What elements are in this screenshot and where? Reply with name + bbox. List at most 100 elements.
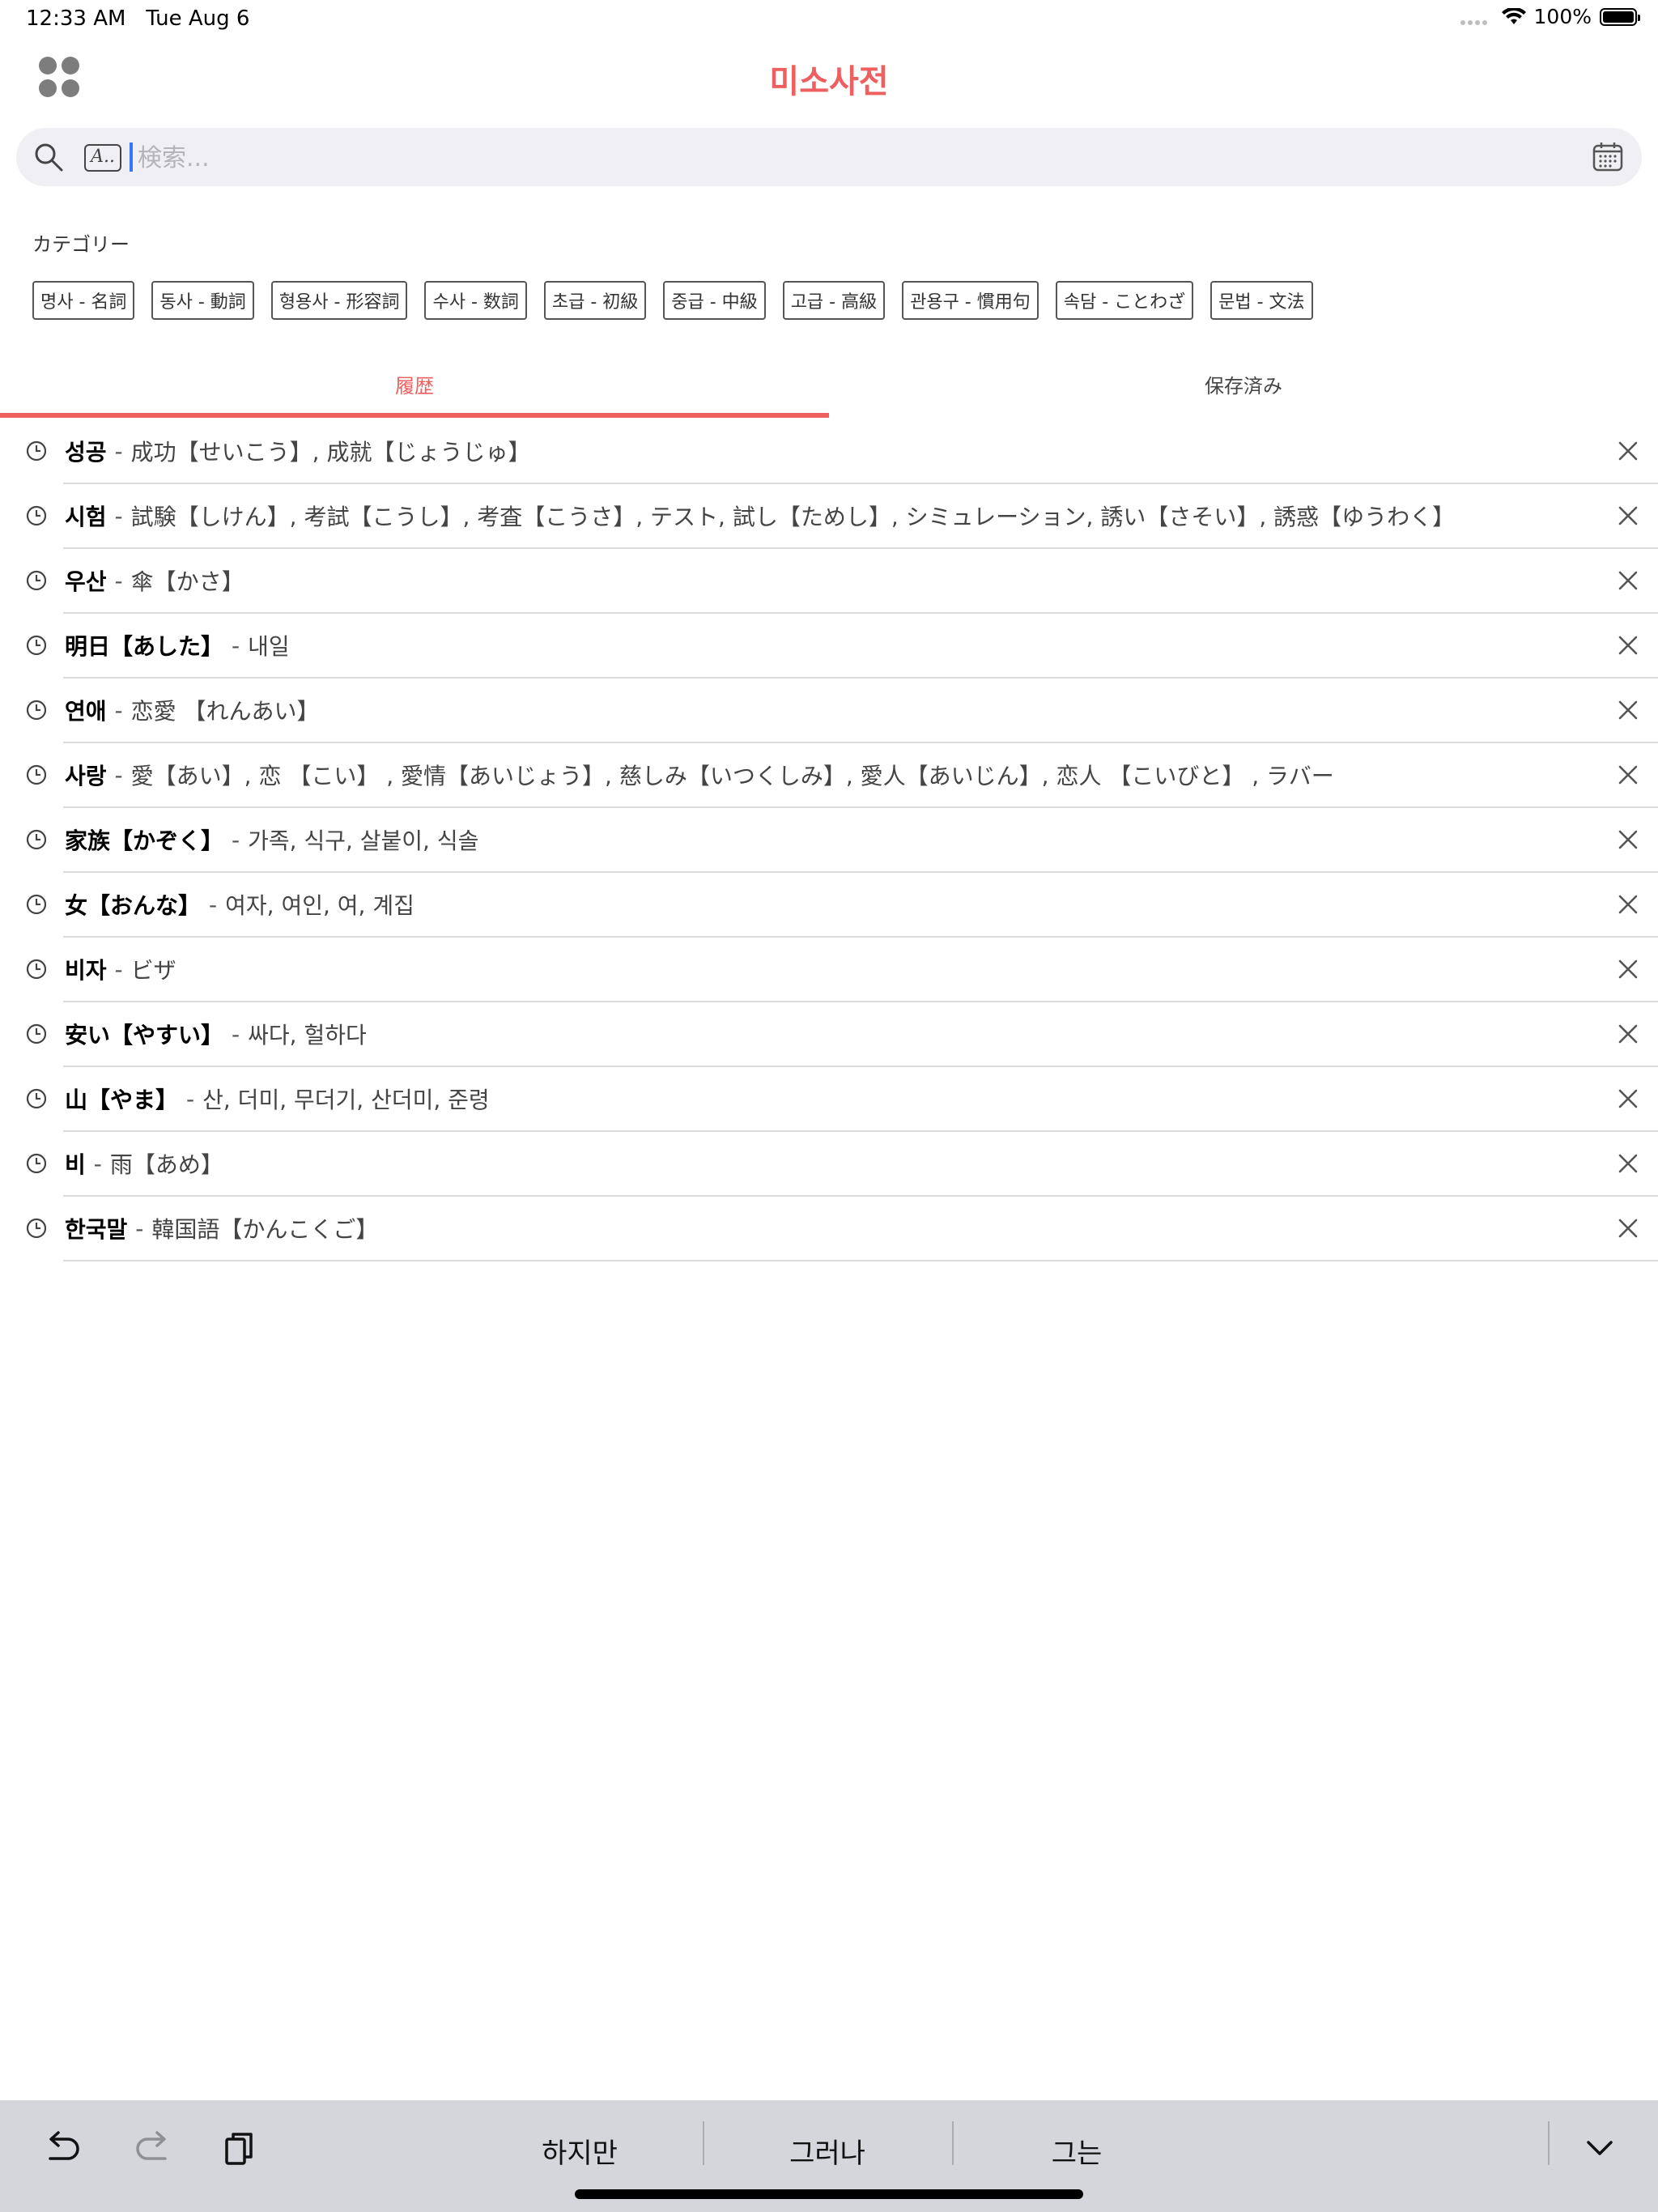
page-title: 미소사전 [769, 63, 889, 100]
entry-text: 비자 - ビザ [65, 938, 1561, 1001]
tab-history[interactable]: 履歴 [0, 348, 829, 419]
close-icon[interactable] [1613, 1019, 1643, 1049]
battery-icon [1600, 7, 1640, 26]
suggestion-2[interactable]: 그러나 [706, 2126, 949, 2175]
status-date: Tue Aug 6 [146, 6, 250, 31]
battery-percent: 100% [1533, 5, 1592, 28]
close-icon[interactable] [1613, 500, 1643, 531]
entry-word: 安い【やすい】 [65, 1022, 224, 1049]
close-icon[interactable] [1613, 1213, 1643, 1244]
entry-text: 明日【あした】 - 내일 [65, 614, 1561, 677]
category-chip-beginner[interactable]: 초급 - 初級 [543, 281, 647, 320]
list-item[interactable]: 安い【やすい】 - 싸다, 헐하다 [0, 1002, 1658, 1067]
entry-meaning: 싸다, 헐하다 [248, 1022, 367, 1049]
list-item[interactable]: 家族【かぞく】 - 가족, 식구, 살붙이, 식솔 [0, 808, 1658, 873]
category-chip-verb[interactable]: 동사 - 動詞 [151, 281, 254, 320]
clock-icon [26, 570, 47, 591]
entry-word: 연애 [65, 698, 107, 725]
active-tab-indicator [0, 413, 829, 418]
entry-separator: - [232, 632, 240, 659]
wifi-icon [1501, 7, 1526, 24]
app-header: 미소사전 [0, 40, 1658, 113]
suggestion-divider [952, 2121, 954, 2165]
redo-icon[interactable] [128, 2125, 176, 2173]
undo-icon[interactable] [39, 2125, 87, 2173]
cellular-icon [1460, 9, 1487, 25]
home-indicator[interactable] [575, 2189, 1083, 2199]
entry-separator: - [93, 1150, 102, 1177]
entry-meaning: 가족, 식구, 살붙이, 식솔 [248, 827, 479, 854]
category-chip-advanced[interactable]: 고급 - 高級 [782, 281, 886, 320]
list-item[interactable]: 성공 - 成功【せいこう】, 成就【じょうじゅ】 [0, 419, 1658, 484]
list-item[interactable]: 한국말 - 韓国語【かんこくご】 [0, 1197, 1658, 1261]
category-chip-numeral[interactable]: 수사 - 数詞 [424, 281, 527, 320]
entry-separator: - [232, 1020, 240, 1048]
category-chip-idiom[interactable]: 관용구 - 慣用句 [902, 281, 1039, 320]
entry-word: 사랑 [65, 763, 107, 789]
clock-icon [26, 635, 47, 656]
close-icon[interactable] [1613, 630, 1643, 661]
suggestion-1[interactable]: 하지만 [458, 2126, 701, 2175]
close-icon[interactable] [1613, 1148, 1643, 1179]
entry-text: 비 - 雨【あめ】 [65, 1132, 1561, 1195]
entry-word: 시험 [65, 504, 107, 530]
entry-text: 山【やま】 - 산, 더미, 무더기, 산더미, 준령 [65, 1067, 1561, 1130]
list-item[interactable]: 비 - 雨【あめ】 [0, 1132, 1658, 1197]
status-bar: 12:33 AM Tue Aug 6 100% [0, 0, 1658, 37]
entry-word: 비자 [65, 957, 107, 984]
entry-separator: - [232, 826, 240, 853]
clock-icon [26, 1023, 47, 1044]
entry-meaning: 傘【かさ】 [130, 568, 244, 595]
close-icon[interactable] [1613, 889, 1643, 920]
category-chip-grammar[interactable]: 문법 - 文法 [1210, 281, 1313, 320]
clock-icon [26, 1153, 47, 1174]
entry-text: 시험 - 試験【しけん】, 考試【こうし】, 考査【こうさ】, テスト, 試し【ため… [65, 484, 1561, 547]
search-bar[interactable]: A.. [16, 128, 1642, 186]
close-icon[interactable] [1613, 954, 1643, 985]
entry-text: 安い【やすい】 - 싸다, 헐하다 [65, 1002, 1561, 1066]
category-chip-noun[interactable]: 명사 - 名詞 [32, 281, 135, 320]
paste-icon[interactable] [215, 2125, 264, 2173]
list-item[interactable]: 우산 - 傘【かさ】 [0, 549, 1658, 614]
list-item[interactable]: 연애 - 恋愛 【れんあい】 [0, 678, 1658, 743]
entry-word: 비 [65, 1151, 86, 1178]
category-chip-intermediate[interactable]: 중급 - 中級 [663, 281, 766, 320]
status-time-date: 12:33 AM Tue Aug 6 [26, 6, 249, 31]
list-item[interactable]: 시험 - 試験【しけん】, 考試【こうし】, 考査【こうさ】, テスト, 試し【ため… [0, 484, 1658, 549]
category-chip-adjective[interactable]: 형용사 - 形容詞 [270, 281, 408, 320]
suggestion-3[interactable]: 그는 [955, 2126, 1198, 2175]
clock-icon [26, 440, 47, 462]
close-icon[interactable] [1613, 565, 1643, 596]
entry-separator: - [135, 1214, 144, 1242]
entry-meaning: 雨【あめ】 [109, 1151, 223, 1178]
entry-meaning: ビザ [130, 957, 176, 984]
clock-icon [26, 764, 47, 785]
close-icon[interactable] [1613, 1083, 1643, 1114]
close-icon[interactable] [1613, 695, 1643, 725]
handwriting-icon[interactable]: A.. [84, 144, 121, 172]
clock-icon [26, 959, 47, 980]
close-icon[interactable] [1613, 824, 1643, 855]
chevron-down-icon[interactable] [1575, 2123, 1624, 2172]
list-item[interactable]: 비자 - ビザ [0, 938, 1658, 1002]
entry-meaning: 내일 [248, 633, 290, 660]
clock-icon [26, 505, 47, 526]
list-item[interactable]: 明日【あした】 - 내일 [0, 614, 1658, 678]
search-input[interactable] [136, 139, 1580, 177]
entry-separator: - [114, 502, 123, 530]
entry-separator: - [114, 437, 123, 465]
text-caret [130, 143, 133, 172]
list-item[interactable]: 山【やま】 - 산, 더미, 무더기, 산더미, 준령 [0, 1067, 1658, 1132]
list-item[interactable]: 사랑 - 愛【あい】, 恋 【こい】 , 愛情【あいじょう】, 慈しみ【いつくしみ】… [0, 743, 1658, 808]
entry-separator: - [186, 1085, 195, 1112]
entry-separator: - [114, 567, 123, 594]
category-chip-proverb[interactable]: 속담 - ことわざ [1055, 281, 1194, 320]
entry-word: 성공 [65, 439, 107, 466]
close-icon[interactable] [1613, 436, 1643, 466]
list-item[interactable]: 女【おんな】 - 여자, 여인, 여, 계집 [0, 873, 1658, 938]
calendar-icon[interactable] [1592, 141, 1624, 173]
tab-saved[interactable]: 保存済み [829, 348, 1658, 419]
entry-meaning: 산, 더미, 무더기, 산더미, 준령 [202, 1087, 490, 1113]
entry-word: 女【おんな】 [65, 892, 202, 919]
close-icon[interactable] [1613, 759, 1643, 790]
